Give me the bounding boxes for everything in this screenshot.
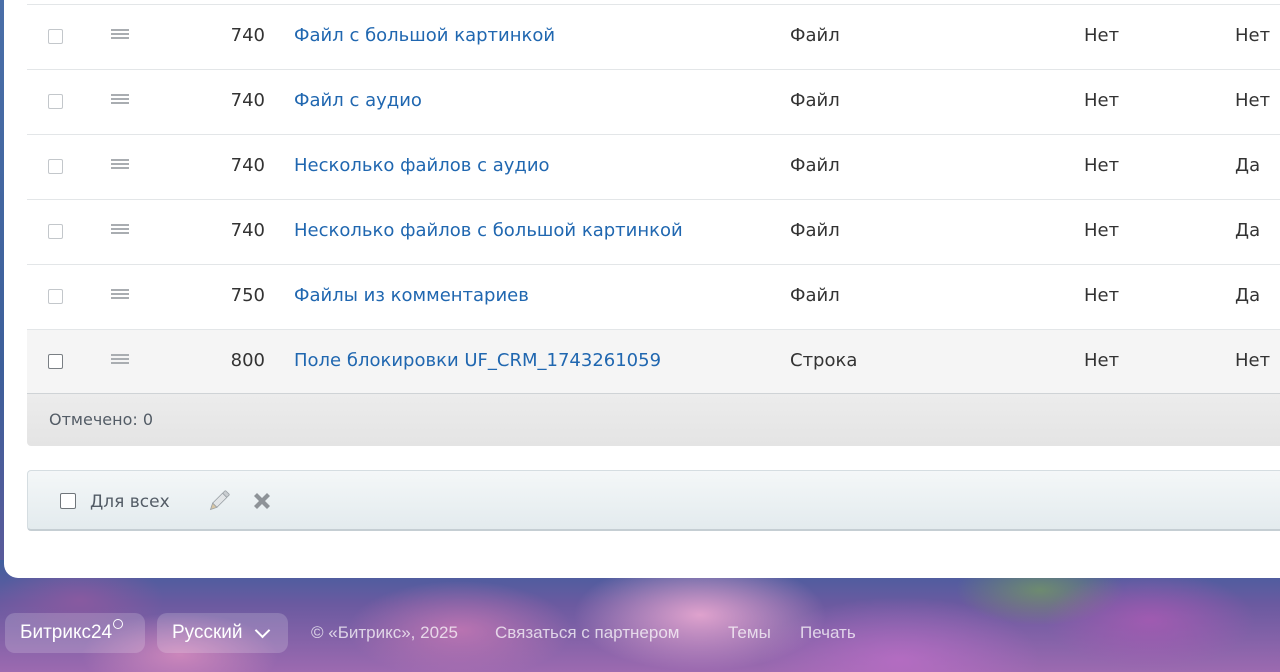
clock-icon	[113, 619, 124, 629]
cell-col2: Нет	[1235, 350, 1271, 371]
fields-table: 740 Файл с большой картинкой Файл Нет Не…	[27, 4, 1280, 395]
field-name-link[interactable]: Несколько файлов с аудио	[294, 155, 550, 176]
field-type: Файл	[790, 155, 840, 176]
table-row[interactable]: 740 Несколько файлов с большой картинкой…	[27, 200, 1280, 265]
row-checkbox[interactable]	[48, 94, 63, 109]
sort-value: 740	[230, 25, 265, 46]
cell-col1: Нет	[1084, 25, 1120, 46]
field-type: Файл	[790, 90, 840, 111]
sort-value: 740	[230, 90, 265, 111]
sort-value: 800	[230, 350, 265, 371]
group-actions-bar: Для всех	[27, 470, 1280, 531]
table-row[interactable]: 750 Файлы из комментариев Файл Нет Да	[27, 265, 1280, 330]
brand-button[interactable]: Битрикс24	[5, 613, 145, 653]
row-checkbox[interactable]	[48, 289, 63, 304]
drag-handle-icon[interactable]	[111, 159, 129, 171]
for-all-checkbox[interactable]	[60, 493, 76, 509]
copyright-text: © «Битрикс», 2025	[311, 623, 458, 642]
brand-label: Битрикс24	[20, 622, 113, 643]
cell-col1: Нет	[1084, 285, 1120, 306]
table-row[interactable]: 740 Файл с аудио Файл Нет Нет	[27, 70, 1280, 135]
cell-col1: Нет	[1084, 90, 1120, 111]
cell-col2: Да	[1235, 155, 1261, 176]
field-type: Строка	[790, 350, 858, 371]
field-type: Файл	[790, 25, 840, 46]
cell-col2: Нет	[1235, 90, 1271, 111]
footer-link-partner[interactable]: Связаться с партнером	[495, 623, 679, 643]
row-checkbox[interactable]	[48, 159, 63, 174]
field-type: Файл	[790, 285, 840, 306]
cell-col1: Нет	[1084, 155, 1120, 176]
cell-col1: Нет	[1084, 220, 1120, 241]
field-name-link[interactable]: Несколько файлов с большой картинкой	[294, 220, 683, 241]
row-checkbox[interactable]	[48, 224, 63, 239]
drag-handle-icon[interactable]	[111, 29, 129, 41]
footer: Битрикс24 Русский © «Битрикс», 2025 Связ…	[0, 612, 1280, 656]
sort-value: 750	[230, 285, 265, 306]
language-select[interactable]: Русский	[157, 613, 288, 653]
cell-col1: Нет	[1084, 350, 1120, 371]
for-all-label[interactable]: Для всех	[90, 492, 170, 512]
footer-link-themes[interactable]: Темы	[728, 623, 771, 643]
language-label: Русский	[172, 622, 243, 643]
footer-link-print[interactable]: Печать	[800, 623, 856, 643]
row-checkbox[interactable]	[48, 29, 63, 44]
drag-handle-icon[interactable]	[111, 289, 129, 301]
sort-value: 740	[230, 155, 265, 176]
field-name-link[interactable]: Файл с большой картинкой	[294, 25, 555, 46]
selected-counter-label: Отмечено: 0	[49, 410, 154, 429]
table-row[interactable]: 740 Файл с большой картинкой Файл Нет Не…	[27, 5, 1280, 70]
table-row[interactable]: 740 Несколько файлов с аудио Файл Нет Да	[27, 135, 1280, 200]
drag-handle-icon[interactable]	[111, 224, 129, 236]
selected-counter-bar: Отмечено: 0	[27, 393, 1280, 446]
close-x-icon[interactable]	[250, 489, 274, 513]
cell-col2: Да	[1235, 220, 1261, 241]
drag-handle-icon[interactable]	[111, 94, 129, 106]
sort-value: 740	[230, 220, 265, 241]
drag-handle-icon[interactable]	[111, 354, 129, 366]
row-checkbox[interactable]	[48, 354, 63, 369]
field-type: Файл	[790, 220, 840, 241]
pencil-icon[interactable]	[206, 488, 232, 514]
cell-col2: Да	[1235, 285, 1261, 306]
table-row[interactable]: 800 Поле блокировки UF_CRM_1743261059 Ст…	[27, 330, 1280, 395]
chevron-down-icon	[254, 622, 271, 639]
field-name-link[interactable]: Поле блокировки UF_CRM_1743261059	[294, 350, 661, 371]
field-name-link[interactable]: Файл с аудио	[294, 90, 422, 111]
field-name-link[interactable]: Файлы из комментариев	[294, 285, 529, 306]
cell-col2: Нет	[1235, 25, 1271, 46]
